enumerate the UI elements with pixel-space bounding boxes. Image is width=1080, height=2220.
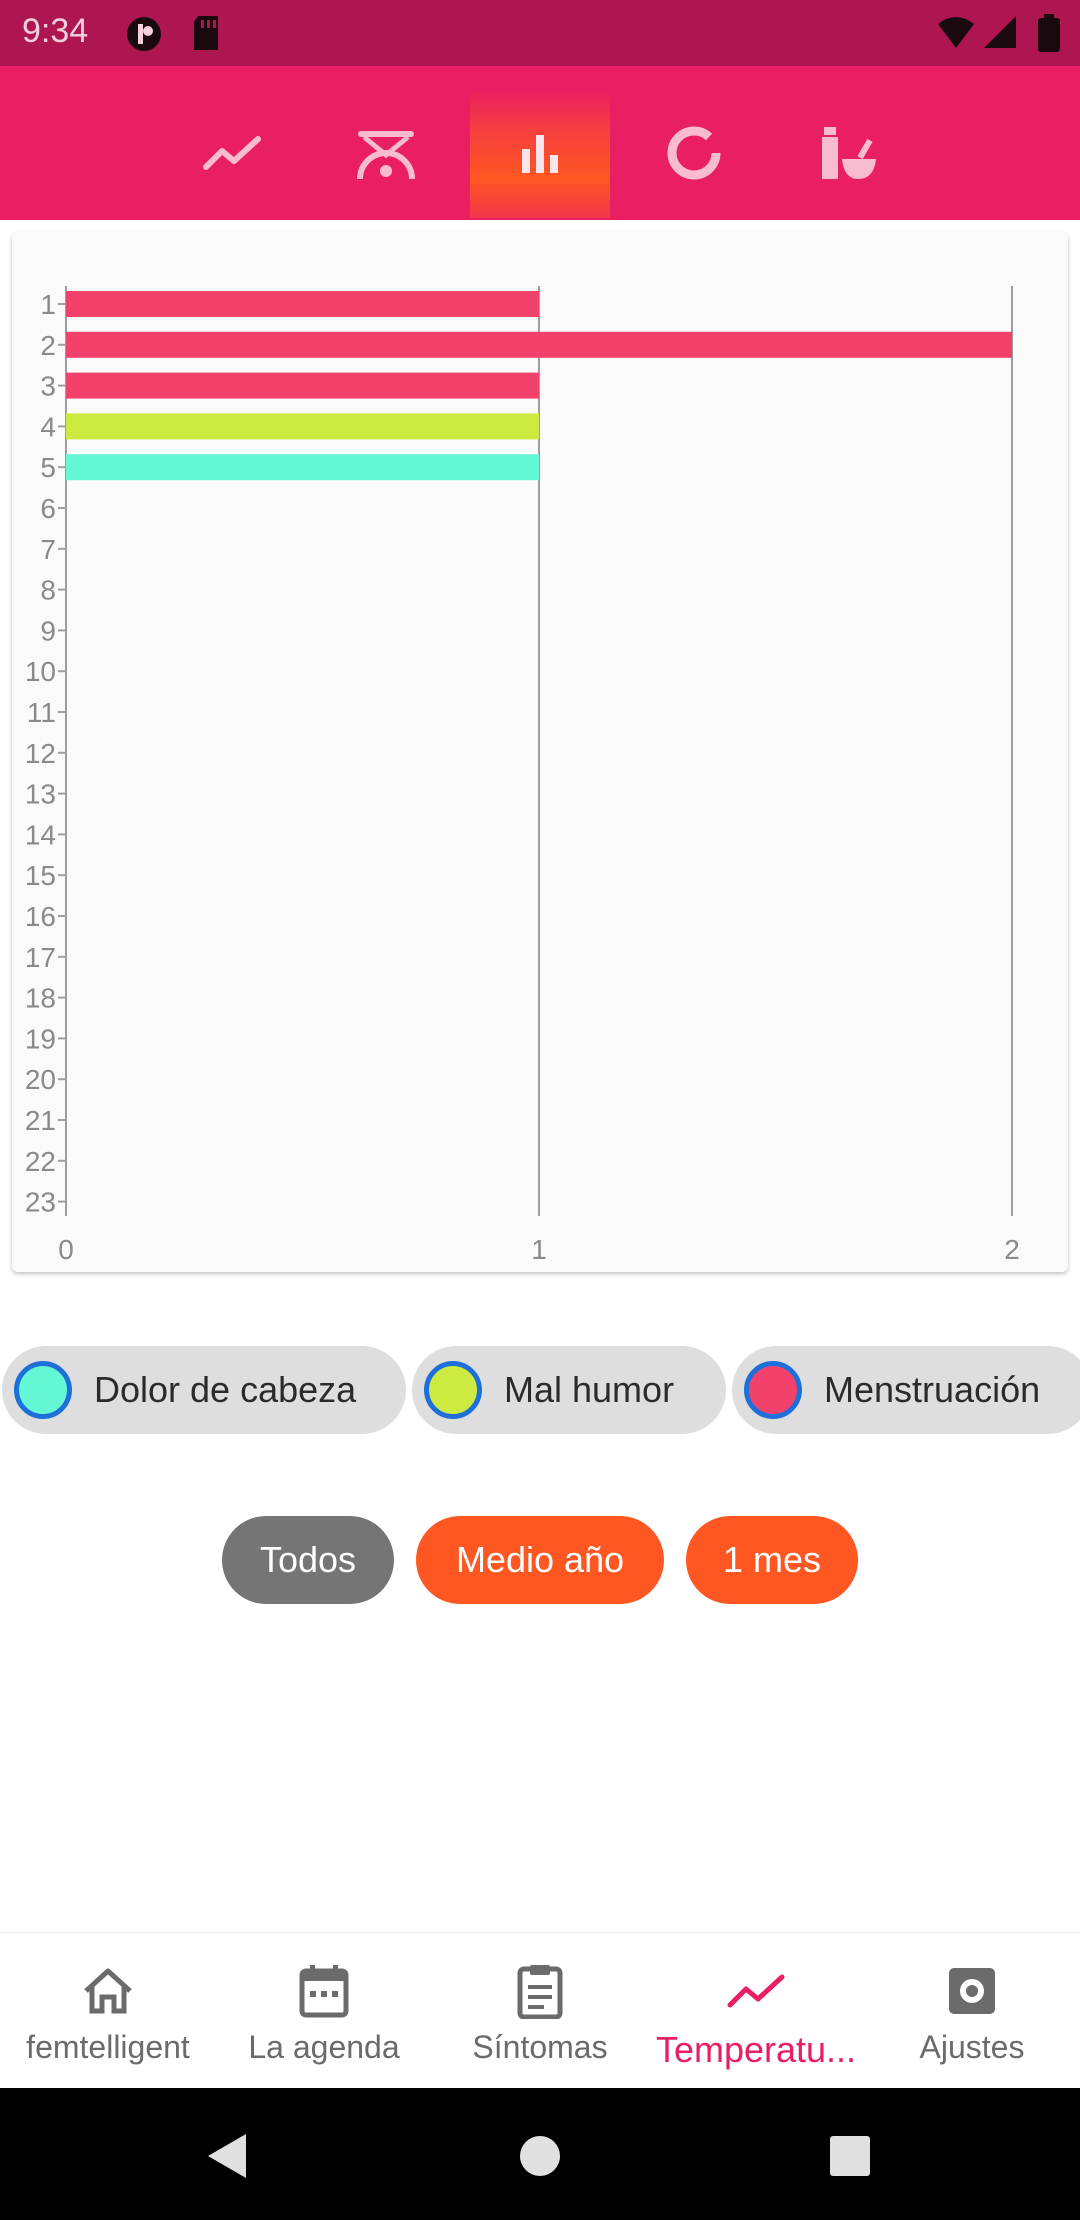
nav-label: Ajustes: [919, 2029, 1025, 2065]
y-tick-label: 1: [40, 289, 56, 320]
legend-color-dot: [14, 1361, 72, 1419]
chart-legend: Dolor de cabeza Mal humor Menstruación: [0, 1346, 1080, 1436]
battery-icon: [1038, 14, 1060, 52]
tab-gauge[interactable]: [316, 88, 456, 218]
range-1-mes-button[interactable]: 1 mes: [686, 1516, 858, 1604]
clipboard-icon: [517, 1965, 563, 2019]
y-tick-label: 6: [40, 493, 56, 524]
nav-item-la-agenda[interactable]: La agenda: [216, 1933, 432, 2089]
y-tick-label: 14: [25, 819, 56, 850]
legend-color-dot: [744, 1361, 802, 1419]
legend-chip-menstruacion[interactable]: Menstruación: [732, 1346, 1080, 1434]
nav-item-ajustes[interactable]: Ajustes: [864, 1933, 1080, 2089]
y-tick-label: 20: [25, 1064, 56, 1095]
settings-icon: [949, 1968, 995, 2014]
y-tick-label: 18: [25, 983, 56, 1014]
recents-icon[interactable]: [828, 2134, 872, 2178]
nav-label: femtelligent: [26, 2029, 190, 2065]
legend-chip-mal-humor[interactable]: Mal humor: [412, 1346, 726, 1434]
y-tick-label: 2: [40, 330, 56, 361]
y-tick-label: 15: [25, 860, 56, 891]
x-tick-label: 2: [1004, 1234, 1020, 1265]
tab-line-chart[interactable]: [162, 88, 302, 218]
nav-label: Síntomas: [472, 2029, 608, 2065]
bar-2: [66, 331, 1012, 358]
y-tick-label: 5: [40, 452, 56, 483]
pills-icon: [822, 127, 876, 179]
bar-3: [66, 372, 539, 399]
line-chart-icon: [203, 136, 261, 170]
y-tick-label: 9: [40, 615, 56, 646]
chart-type-tabs: [0, 66, 1080, 220]
bottom-navigation: femtelligent La agenda Síntomas Temperat…: [0, 1932, 1080, 2089]
tab-pills[interactable]: [778, 88, 918, 218]
status-time: 9:34: [22, 12, 89, 50]
nav-label: La agenda: [248, 2029, 400, 2065]
y-tick-label: 3: [40, 371, 56, 402]
y-tick-label: 8: [40, 575, 56, 606]
bar-1: [66, 291, 539, 317]
wifi-icon: [938, 17, 974, 48]
y-tick-label: 12: [25, 738, 56, 769]
y-tick-label: 4: [40, 411, 56, 442]
trend-icon: [727, 1974, 785, 2008]
legend-label: Dolor de cabeza: [94, 1369, 357, 1410]
legend-chip-dolor-de-cabeza[interactable]: Dolor de cabeza: [2, 1346, 406, 1434]
y-tick-label: 19: [25, 1023, 56, 1054]
tab-donut-chart[interactable]: [624, 88, 764, 218]
y-tick-label: 7: [40, 534, 56, 565]
nav-item-femtelligent[interactable]: femtelligent: [0, 1933, 216, 2089]
status-bar: 9:34: [0, 0, 1080, 66]
range-todos-button[interactable]: Todos: [222, 1516, 394, 1604]
bar-5: [66, 454, 539, 481]
app-notification-icon: [127, 17, 161, 51]
y-tick-label: 21: [25, 1105, 56, 1136]
legend-label: Mal humor: [504, 1369, 675, 1410]
calendar-icon: [299, 1965, 349, 2018]
y-tick-label: 17: [25, 942, 56, 973]
y-tick-label: 13: [25, 779, 56, 810]
signal-icon: [984, 16, 1016, 48]
x-tick-label: 0: [58, 1234, 74, 1265]
tab-bar-chart[interactable]: [470, 88, 610, 218]
legend-label: Menstruación: [824, 1369, 1041, 1410]
y-tick-label: 23: [25, 1187, 56, 1218]
donut-chart-icon: [667, 126, 721, 180]
system-navigation-bar: [0, 2088, 1080, 2220]
nav-item-temperatura[interactable]: Temperatu...: [648, 1933, 864, 2089]
symptom-bar-chart: 0 1 2 1 2 3 4 5 6 7 8 9 10 11 12 13 14 15 16 17 18 19 20 21 22 23: [12, 232, 1068, 1272]
home-icon: [84, 1968, 132, 2014]
chart-svg: 0 1 21234567891011121314151617181920212223: [25, 286, 1020, 1265]
y-tick-label: 11: [27, 697, 56, 728]
y-tick-label: 10: [25, 656, 56, 687]
back-icon[interactable]: [204, 2132, 250, 2180]
nav-item-sintomas[interactable]: Síntomas: [432, 1933, 648, 2089]
gauge-icon: [357, 131, 415, 180]
y-tick-label: 22: [25, 1146, 56, 1177]
bar-chart-icon: [522, 135, 558, 173]
y-tick-label: 16: [25, 901, 56, 932]
home-button-icon[interactable]: [518, 2134, 562, 2178]
sd-card-icon: [194, 16, 218, 50]
x-tick-label: 1: [531, 1234, 547, 1265]
legend-color-dot: [424, 1361, 482, 1419]
nav-label: Temperatu...: [655, 2029, 857, 2070]
range-medio-ano-button[interactable]: Medio año: [416, 1516, 664, 1604]
bar-4: [66, 413, 539, 440]
